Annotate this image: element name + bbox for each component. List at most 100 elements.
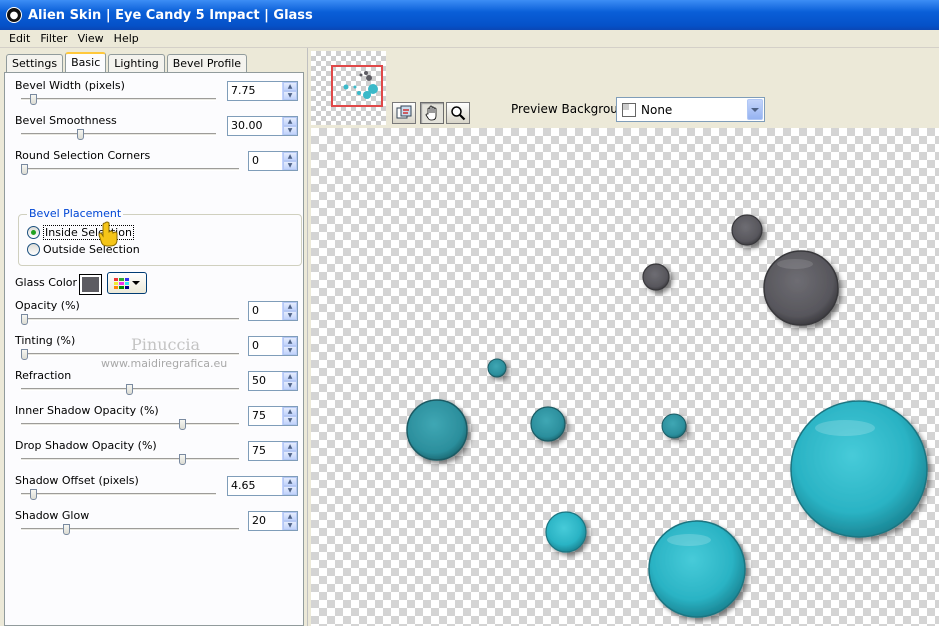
refraction-slider-thumb[interactable] <box>126 384 133 395</box>
bevel-width-value[interactable]: 7.75 <box>228 82 282 100</box>
glass-bubbles-preview <box>406 214 928 618</box>
shadow-glow-slider-track[interactable] <box>21 528 239 531</box>
zoom-magnifier-icon <box>451 106 466 121</box>
drop-shadow-opacity-slider-track[interactable] <box>21 458 239 461</box>
bevel-width-spinner[interactable]: 7.75 ▲ ▼ <box>227 81 298 101</box>
teal-glass-bubble <box>487 358 507 378</box>
opacity-value[interactable]: 0 <box>249 302 282 320</box>
dropdown-button[interactable] <box>747 99 763 120</box>
tab-strip: Settings Basic Lighting Bevel Profile <box>6 52 249 73</box>
menu-view[interactable]: View <box>73 32 109 45</box>
preview-canvas[interactable] <box>311 128 939 626</box>
bevel-width-slider-track[interactable] <box>21 98 216 101</box>
tinting-spinner[interactable]: 0 ▲ ▼ <box>248 336 298 356</box>
navigator-thumbnail[interactable] <box>311 51 386 125</box>
radio-circle[interactable] <box>27 226 40 239</box>
shadow-offset-control: Shadow Offset (pixels) 4.65 ▲ ▼ <box>15 474 300 504</box>
refraction-spinner[interactable]: 50 ▲ ▼ <box>248 371 298 391</box>
glass-color-swatch[interactable] <box>79 274 102 295</box>
shadow-offset-slider-track[interactable] <box>21 493 216 496</box>
spin-down-icon[interactable]: ▼ <box>283 91 297 100</box>
round-corners-spinner[interactable]: 0 ▲ ▼ <box>248 151 298 171</box>
bevel-smoothness-slider-thumb[interactable] <box>77 129 85 140</box>
bevel-smoothness-value[interactable]: 30.00 <box>228 117 282 135</box>
spin-down-icon[interactable]: ▼ <box>283 346 297 355</box>
spin-down-icon[interactable]: ▼ <box>283 161 297 170</box>
drop-shadow-opacity-value[interactable]: 75 <box>249 442 282 460</box>
inside-selection-label[interactable]: Inside Selection <box>43 225 134 240</box>
inner-shadow-opacity-slider-thumb[interactable] <box>178 419 186 430</box>
shadow-glow-spinner[interactable]: 20 ▲ ▼ <box>248 511 298 531</box>
shadow-offset-slider-thumb[interactable] <box>30 489 38 500</box>
opacity-slider-track[interactable] <box>21 318 239 321</box>
viewport-frame[interactable] <box>331 65 383 107</box>
outside-selection-radio[interactable]: Outside Selection <box>27 243 140 256</box>
inner-shadow-opacity-value[interactable]: 75 <box>249 407 282 425</box>
drop-shadow-opacity-control: Drop Shadow Opacity (%) 75 ▲ ▼ <box>15 439 300 469</box>
spin-down-icon[interactable]: ▼ <box>283 486 297 495</box>
inner-shadow-opacity-slider-track[interactable] <box>21 423 239 426</box>
spin-up-icon[interactable]: ▲ <box>283 302 297 311</box>
drop-shadow-opacity-slider-thumb[interactable] <box>178 454 186 465</box>
spin-up-icon[interactable]: ▲ <box>283 117 297 126</box>
color-picker-button[interactable] <box>107 272 147 294</box>
opacity-control: Opacity (%) 0 ▲ ▼ <box>15 299 300 329</box>
preview-background-dropdown[interactable]: None <box>616 97 765 122</box>
spin-up-icon[interactable]: ▲ <box>283 477 297 486</box>
spin-up-icon[interactable]: ▲ <box>283 337 297 346</box>
gray-glass-bubble <box>642 263 670 291</box>
menu-help[interactable]: Help <box>109 32 144 45</box>
bevel-smoothness-slider-track[interactable] <box>21 133 216 136</box>
round-corners-slider-thumb[interactable] <box>21 164 28 175</box>
spin-up-icon[interactable]: ▲ <box>283 152 297 161</box>
shadow-glow-slider-thumb[interactable] <box>63 524 70 535</box>
round-corners-value[interactable]: 0 <box>249 152 282 170</box>
shadow-glow-value[interactable]: 20 <box>249 512 282 530</box>
round-corners-control: Round Selection Corners 0 ▲ ▼ <box>15 149 300 179</box>
outside-selection-label[interactable]: Outside Selection <box>43 243 140 256</box>
zoom-tool-button[interactable] <box>446 102 470 124</box>
spin-down-icon[interactable]: ▼ <box>283 451 297 460</box>
bevel-smoothness-spinner[interactable]: 30.00 ▲ ▼ <box>227 116 298 136</box>
spin-down-icon[interactable]: ▼ <box>283 311 297 320</box>
spin-down-icon[interactable]: ▼ <box>283 126 297 135</box>
opacity-slider-thumb[interactable] <box>21 314 28 325</box>
bevel-width-slider-thumb[interactable] <box>30 94 38 105</box>
drop-shadow-opacity-spinner[interactable]: 75 ▲ ▼ <box>248 441 298 461</box>
tab-lighting[interactable]: Lighting <box>108 54 165 72</box>
preview-background-value[interactable]: None <box>641 103 747 117</box>
inner-shadow-opacity-spinner[interactable]: 75 ▲ ▼ <box>248 406 298 426</box>
menu-edit[interactable]: Edit <box>4 32 35 45</box>
inner-shadow-opacity-control: Inner Shadow Opacity (%) 75 ▲ ▼ <box>15 404 300 434</box>
preview-toggle-button[interactable] <box>392 102 416 124</box>
tinting-slider-track[interactable] <box>21 353 239 356</box>
spin-up-icon[interactable]: ▲ <box>283 407 297 416</box>
transparency-swatch-icon <box>622 102 636 117</box>
spin-up-icon[interactable]: ▲ <box>283 442 297 451</box>
menu-filter[interactable]: Filter <box>35 32 72 45</box>
tinting-slider-thumb[interactable] <box>21 349 28 360</box>
hand-tool-button[interactable] <box>420 102 444 124</box>
tab-settings[interactable]: Settings <box>6 54 64 72</box>
tinting-value[interactable]: 0 <box>249 337 282 355</box>
spin-down-icon[interactable]: ▼ <box>283 521 297 530</box>
tab-basic[interactable]: Basic <box>65 52 107 73</box>
round-corners-label: Round Selection Corners <box>15 149 151 162</box>
hand-pan-icon <box>425 105 437 121</box>
gray-glass-bubble <box>731 214 763 246</box>
radio-circle[interactable] <box>27 243 40 256</box>
spin-up-icon[interactable]: ▲ <box>283 82 297 91</box>
refraction-value[interactable]: 50 <box>249 372 282 390</box>
tab-bevel-profile[interactable]: Bevel Profile <box>166 54 248 72</box>
spin-up-icon[interactable]: ▲ <box>283 512 297 521</box>
teal-glass-bubble <box>530 406 566 442</box>
opacity-spinner[interactable]: 0 ▲ ▼ <box>248 301 298 321</box>
spin-down-icon[interactable]: ▼ <box>283 416 297 425</box>
round-corners-slider-track[interactable] <box>21 168 239 171</box>
shadow-offset-value[interactable]: 4.65 <box>228 477 282 495</box>
shadow-offset-spinner[interactable]: 4.65 ▲ ▼ <box>227 476 298 496</box>
spin-down-icon[interactable]: ▼ <box>283 381 297 390</box>
inner-shadow-opacity-label: Inner Shadow Opacity (%) <box>15 404 159 417</box>
refraction-control: Refraction 50 ▲ ▼ <box>15 369 300 399</box>
spin-up-icon[interactable]: ▲ <box>283 372 297 381</box>
